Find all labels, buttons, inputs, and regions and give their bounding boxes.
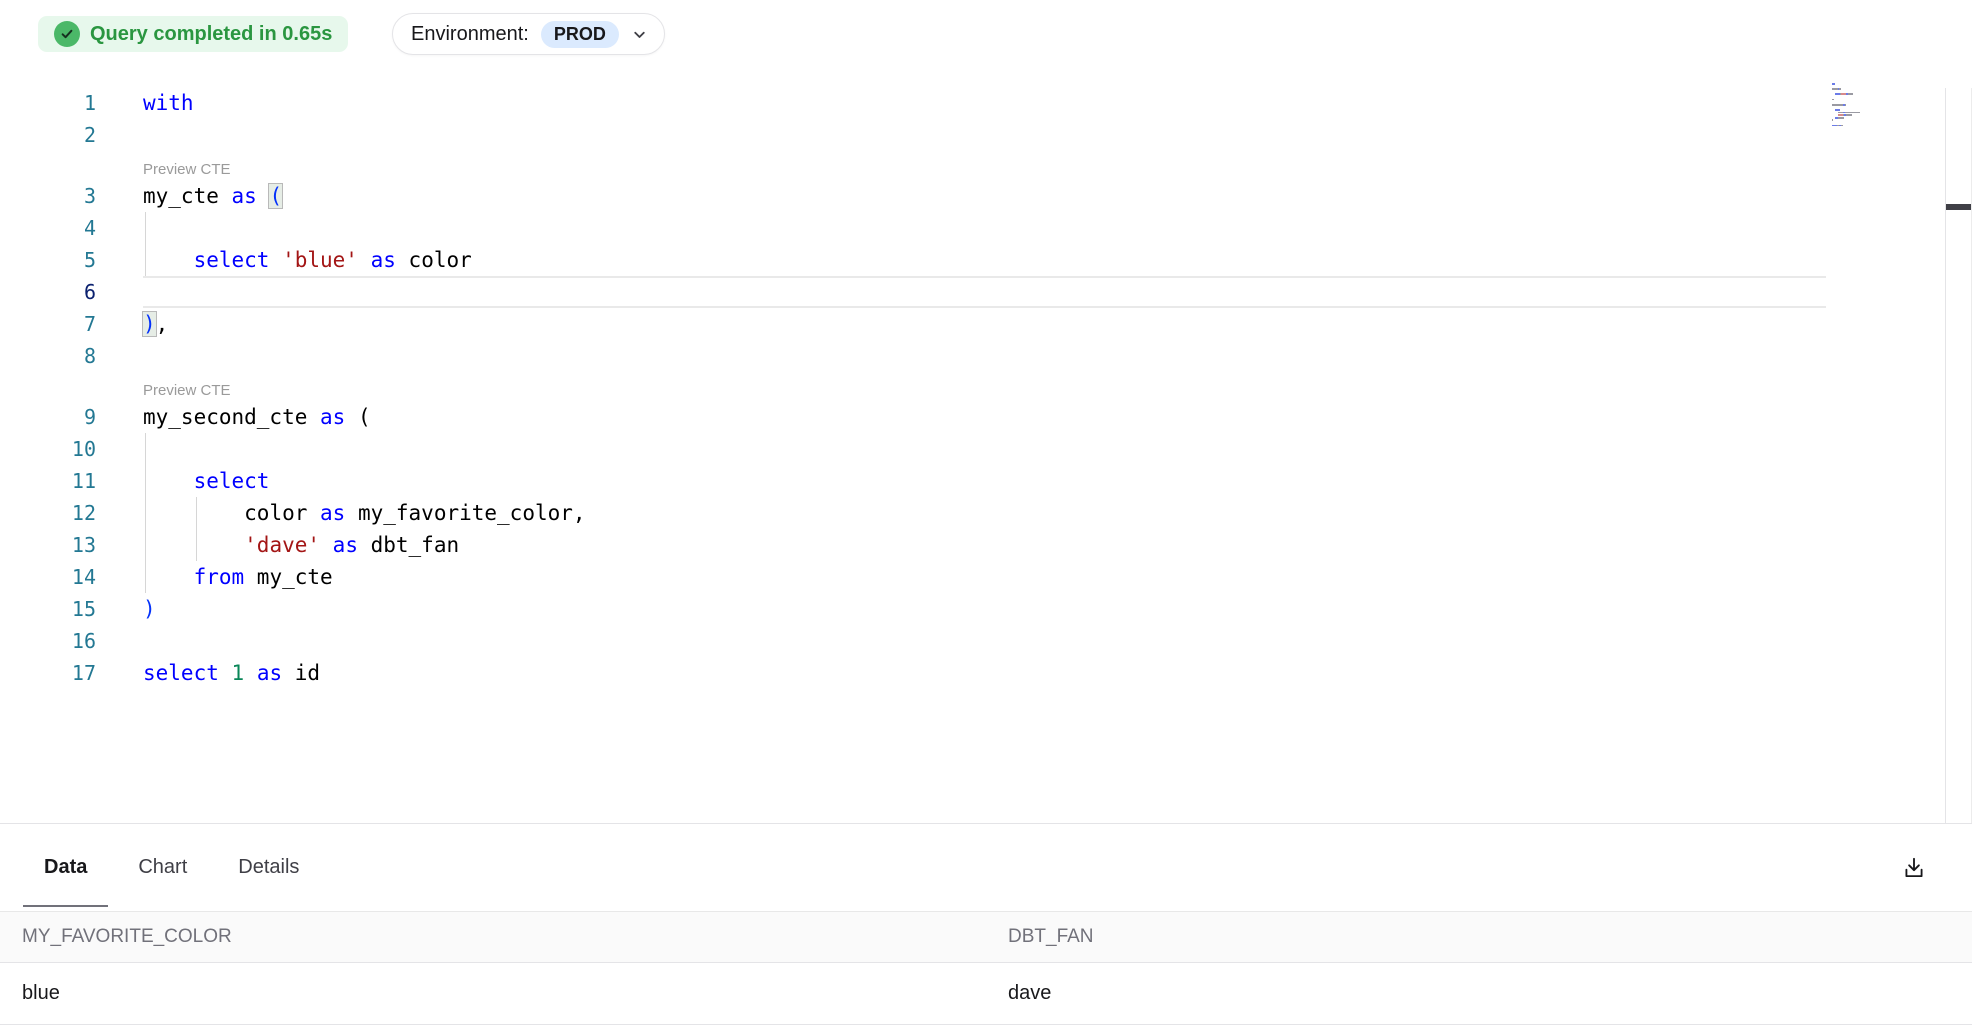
code-line[interactable]: 11 select: [0, 465, 1945, 497]
preview-cte-codelens[interactable]: Preview CTE: [0, 151, 1945, 180]
code-line[interactable]: 4: [0, 212, 1945, 244]
environment-label: Environment:: [411, 23, 529, 46]
code-line-content[interactable]: from my_cte: [143, 561, 1826, 593]
code-line[interactable]: 5 select 'blue' as color: [0, 244, 1945, 276]
code-line-content[interactable]: ),: [143, 308, 1826, 340]
code-line-content[interactable]: [143, 340, 1826, 372]
panel-resize-handle[interactable]: [1946, 204, 1971, 210]
line-number: 7: [0, 308, 96, 340]
code-line[interactable]: 6: [0, 276, 1945, 308]
code-line-content[interactable]: [143, 212, 1826, 244]
indent-guide: [196, 529, 197, 561]
success-check-icon: [54, 21, 80, 47]
line-number: 14: [0, 561, 96, 593]
code-line-content[interactable]: select: [143, 465, 1826, 497]
indent-guide: [145, 465, 146, 497]
line-number: 12: [0, 497, 96, 529]
code-line[interactable]: 2: [0, 119, 1945, 151]
results-body: bluedave: [0, 963, 1972, 1025]
code-line[interactable]: 16: [0, 625, 1945, 657]
code-line[interactable]: 7),: [0, 308, 1945, 340]
tab-details[interactable]: Details: [217, 824, 320, 911]
line-number: 4: [0, 212, 96, 244]
preview-cte-codelens[interactable]: Preview CTE: [0, 372, 1945, 401]
code-line-content[interactable]: my_second_cte as (: [143, 401, 1826, 433]
line-number: 5: [0, 244, 96, 276]
line-number: 15: [0, 593, 96, 625]
column-header: MY_FAVORITE_COLOR: [0, 926, 986, 948]
code-line-content[interactable]: with: [143, 87, 1826, 119]
indent-guide: [145, 433, 146, 465]
query-status-text: Query completed in 0.65s: [90, 23, 332, 46]
indent-guide: [145, 212, 146, 244]
code-line[interactable]: 1 with: [0, 87, 1945, 119]
chevron-down-icon: [631, 26, 648, 43]
code-line-content[interactable]: [143, 119, 1826, 151]
code-line-content[interactable]: my_cte as (: [143, 180, 1826, 212]
code-line-content[interactable]: select 1 as id: [143, 657, 1826, 689]
column-header: DBT_FAN: [986, 926, 1972, 948]
indent-guide: [196, 497, 197, 529]
tab-data[interactable]: Data: [23, 824, 108, 911]
results-tabs: Data Chart Details: [0, 824, 1972, 911]
line-number: 10: [0, 433, 96, 465]
line-number: 1: [0, 87, 96, 119]
indent-guide: [145, 529, 146, 561]
code-line[interactable]: 9 my_second_cte as (: [0, 401, 1945, 433]
code-line[interactable]: 15): [0, 593, 1945, 625]
table-cell: dave: [986, 982, 1972, 1005]
download-button[interactable]: [1892, 846, 1936, 890]
code-line[interactable]: 3 my_cte as (: [0, 180, 1945, 212]
table-cell: blue: [0, 982, 986, 1005]
code-line-content[interactable]: color as my_favorite_color,: [143, 497, 1826, 529]
code-line[interactable]: 12 color as my_favorite_color,: [0, 497, 1945, 529]
line-number: 6: [0, 276, 96, 308]
line-number: 3: [0, 180, 96, 212]
indent-guide: [145, 244, 146, 276]
code-line-content[interactable]: [143, 433, 1826, 465]
tab-chart[interactable]: Chart: [117, 824, 208, 911]
sql-editor[interactable]: 1with2Preview CTE3my_cte as (45 select '…: [0, 70, 1945, 823]
code-line-content[interactable]: 'dave' as dbt_fan: [143, 529, 1826, 561]
results-header-row: MY_FAVORITE_COLORDBT_FAN: [0, 911, 1972, 963]
environment-selector[interactable]: Environment: PROD: [392, 13, 665, 55]
line-number: 9: [0, 401, 96, 433]
code-line[interactable]: 17 select 1 as id: [0, 657, 1945, 689]
code-line-content[interactable]: [143, 276, 1826, 308]
toolbar: Query completed in 0.65s Environment: PR…: [0, 0, 1972, 70]
results-panel: Data Chart Details MY_FAVORITE_COLORDBT_…: [0, 823, 1972, 1026]
line-number: 8: [0, 340, 96, 372]
query-editor-app: Query completed in 0.65s Environment: PR…: [0, 0, 1972, 1026]
query-status-badge: Query completed in 0.65s: [38, 16, 348, 52]
code-line-content[interactable]: select 'blue' as color: [143, 244, 1826, 276]
code-line[interactable]: 8: [0, 340, 1945, 372]
line-number: 2: [0, 119, 96, 151]
line-number: 16: [0, 625, 96, 657]
indent-guide: [145, 497, 146, 529]
line-number: 11: [0, 465, 96, 497]
code-line[interactable]: 14 from my_cte: [0, 561, 1945, 593]
code-line-content[interactable]: [143, 625, 1826, 657]
line-number: 17: [0, 657, 96, 689]
download-icon: [1901, 855, 1927, 881]
minimap[interactable]: [1832, 83, 1866, 127]
code-line[interactable]: 13 'dave' as dbt_fan: [0, 529, 1945, 561]
table-row: bluedave: [0, 963, 1972, 1025]
environment-value-pill: PROD: [541, 21, 619, 48]
right-rail: [1945, 88, 1972, 823]
code-line-content[interactable]: ): [143, 593, 1826, 625]
line-number: 13: [0, 529, 96, 561]
indent-guide: [145, 561, 146, 593]
code-lines: 1with2Preview CTE3my_cte as (45 select '…: [0, 87, 1945, 689]
code-line[interactable]: 10: [0, 433, 1945, 465]
